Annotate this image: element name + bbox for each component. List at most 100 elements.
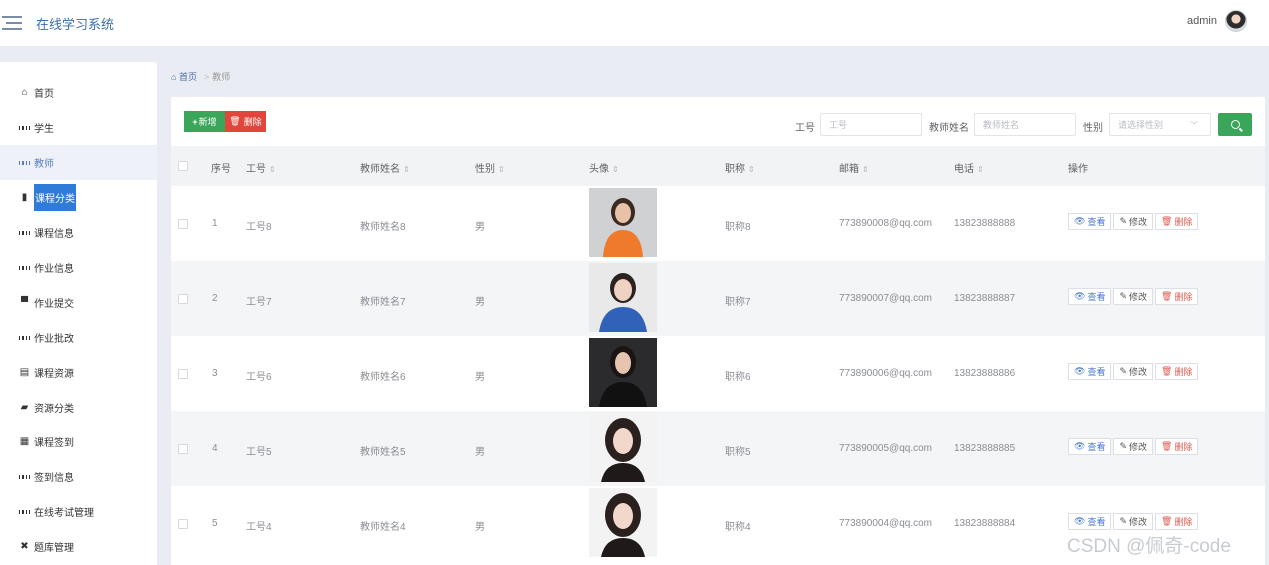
trash-icon: 🗑 (1161, 441, 1173, 451)
cell-phone: 13823888884 (954, 518, 1016, 529)
sidebar-item-online-exam[interactable]: 在线考试管理 (0, 494, 157, 529)
sidebar-item-course-category[interactable]: ▮ 课程分类 (0, 180, 157, 215)
column-header-title[interactable]: 职称 ⇕ (725, 160, 755, 175)
sidebar-item-label: 教师 (34, 159, 54, 170)
delete-button[interactable]: 🗑 删除 (225, 111, 266, 132)
edit-button[interactable]: ✎ 修改 (1113, 438, 1154, 455)
sidebar-item-homework-info[interactable]: 作业信息 (0, 250, 157, 285)
table-row: 4 工号5 教师姓名5 男 职称5 773890005@qq.com 13823… (171, 411, 1265, 486)
gender-select[interactable]: 请选择性别 ﹀ (1109, 113, 1211, 136)
sidebar-item-label: 签到信息 (34, 473, 74, 484)
edit-button[interactable]: ✎ 修改 (1113, 513, 1154, 530)
column-header-gender[interactable]: 性别 ⇕ (475, 160, 505, 175)
search-id-input[interactable] (820, 113, 922, 136)
search-id-label: 工号 (795, 123, 815, 134)
document-icon: ▤ (19, 367, 30, 378)
sidebar-item-homework-grade[interactable]: 作业批改 (0, 320, 157, 355)
delete-row-button[interactable]: 🗑 删除 (1155, 363, 1199, 380)
row-actions: 👁 查看 ✎ 修改 🗑 删除 (1068, 363, 1200, 380)
sidebar-item-resource-category[interactable]: ▰ 资源分类 (0, 390, 157, 425)
menu-toggle-icon[interactable] (2, 16, 22, 30)
column-header-name[interactable]: 教师姓名 ⇕ (360, 160, 410, 175)
sidebar-item-label: 课程信息 (34, 229, 74, 240)
column-header-avatar[interactable]: 头像 ⇕ (589, 160, 619, 175)
app-title: 在线学习系统 (36, 16, 115, 32)
column-header-id[interactable]: 工号 ⇕ (246, 160, 276, 175)
home-icon: ⌂ (171, 72, 177, 82)
grid-icon (19, 507, 30, 517)
trash-icon: 🗑 (1161, 291, 1173, 301)
sidebar-item-course-info[interactable]: 课程信息 (0, 215, 157, 250)
edit-button[interactable]: ✎ 修改 (1113, 363, 1154, 380)
cell-id: 工号6 (246, 372, 272, 383)
cell-name: 教师姓名6 (360, 372, 406, 383)
cell-name: 教师姓名4 (360, 522, 406, 533)
sidebar-item-question-bank[interactable]: ✖ 题库管理 (0, 529, 157, 564)
cell-gender: 男 (475, 297, 485, 308)
grid-icon (19, 158, 30, 168)
plus-icon: + (192, 116, 198, 127)
select-all-checkbox[interactable] (178, 161, 188, 171)
eye-icon: 👁 (1074, 366, 1086, 376)
cell-phone: 13823888885 (954, 443, 1016, 454)
apps-icon: ▦ (19, 436, 30, 447)
search-button[interactable] (1218, 113, 1252, 136)
cell-id: 工号4 (246, 522, 272, 533)
view-button[interactable]: 👁 查看 (1068, 438, 1112, 455)
grid-icon (19, 472, 30, 482)
sidebar-item-home[interactable]: ⌂ 首页 (0, 75, 157, 110)
username[interactable]: admin (1187, 15, 1217, 27)
breadcrumb: ⌂ 首页 > 教师 (171, 70, 230, 83)
row-checkbox[interactable] (178, 369, 188, 379)
view-button[interactable]: 👁 查看 (1068, 513, 1112, 530)
sidebar-item-course-resources[interactable]: ▤ 课程资源 (0, 355, 157, 390)
user-area[interactable]: admin (1187, 10, 1247, 32)
view-button[interactable]: 👁 查看 (1068, 288, 1112, 305)
avatar[interactable] (1225, 10, 1247, 32)
row-checkbox[interactable] (178, 444, 188, 454)
sidebar-item-teachers[interactable]: 教师 (0, 145, 157, 180)
row-checkbox[interactable] (178, 519, 188, 529)
cell-title: 职称6 (725, 372, 751, 383)
row-checkbox[interactable] (178, 294, 188, 304)
edit-icon: ✎ (1119, 366, 1127, 376)
sidebar-item-homework-submit[interactable]: ▀ 作业提交 (0, 285, 157, 320)
sidebar-item-course-checkin[interactable]: ▦ 课程签到 (0, 424, 157, 459)
breadcrumb-current: 教师 (212, 72, 231, 82)
edit-icon: ✎ (1119, 216, 1127, 226)
cell-id: 工号7 (246, 297, 272, 308)
view-button[interactable]: 👁 查看 (1068, 213, 1112, 230)
column-header-phone[interactable]: 电话 ⇕ (954, 160, 984, 175)
sort-icon: ⇕ (269, 165, 276, 174)
sidebar-item-label: 资源分类 (34, 404, 74, 415)
table-header: 序号 工号 ⇕ 教师姓名 ⇕ 性别 ⇕ 头像 ⇕ 职称 ⇕ 邮箱 ⇕ 电话 ⇕ 操作 (171, 146, 1265, 186)
column-header-email[interactable]: 邮箱 ⇕ (839, 160, 869, 175)
row-actions: 👁 查看 ✎ 修改 🗑 删除 (1068, 513, 1200, 530)
edit-button[interactable]: ✎ 修改 (1113, 288, 1154, 305)
sidebar-item-checkin-info[interactable]: 签到信息 (0, 459, 157, 494)
cell-index: 1 (212, 218, 218, 229)
breadcrumb-home[interactable]: ⌂ 首页 (171, 70, 197, 83)
edit-button[interactable]: ✎ 修改 (1113, 213, 1154, 230)
view-button[interactable]: 👁 查看 (1068, 363, 1112, 380)
cell-name: 教师姓名5 (360, 447, 406, 458)
cell-gender: 男 (475, 372, 485, 383)
add-button[interactable]: + 新增 (184, 111, 225, 132)
delete-row-button[interactable]: 🗑 删除 (1155, 288, 1199, 305)
grid-icon (19, 228, 30, 238)
delete-row-button[interactable]: 🗑 删除 (1155, 438, 1199, 455)
cell-name: 教师姓名8 (360, 222, 406, 233)
tools-icon: ✖ (20, 541, 29, 552)
search-name-input[interactable] (974, 113, 1076, 136)
monitor-icon: ▀ (20, 297, 29, 308)
cell-id: 工号8 (246, 222, 272, 233)
cell-title: 职称8 (725, 222, 751, 233)
delete-row-button[interactable]: 🗑 删除 (1155, 213, 1199, 230)
teacher-photo (589, 413, 657, 482)
delete-row-button[interactable]: 🗑 删除 (1155, 513, 1199, 530)
cell-gender: 男 (475, 447, 485, 458)
sidebar-item-students[interactable]: 学生 (0, 110, 157, 145)
cell-email: 773890004@qq.com (839, 518, 932, 529)
row-checkbox[interactable] (178, 219, 188, 229)
sort-icon: ⇕ (403, 165, 410, 174)
